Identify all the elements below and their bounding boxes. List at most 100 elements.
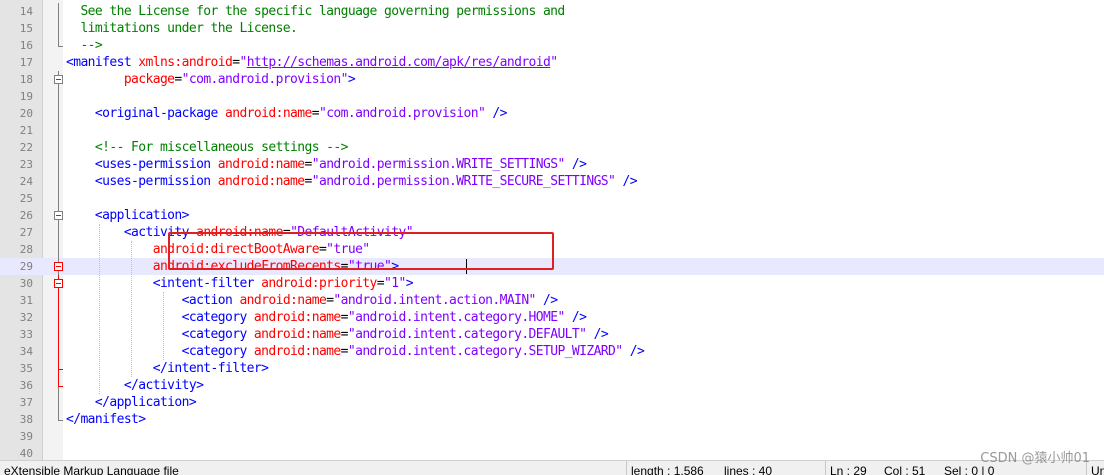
indent-guide <box>99 224 100 394</box>
token-tag: <category <box>66 327 254 342</box>
token-comment: limitations under the License. <box>66 21 298 36</box>
line-number: 32 <box>19 311 33 324</box>
token-str: "com.android.provision" <box>181 72 349 87</box>
line-text[interactable]: <action android:name="android.intent.act… <box>66 292 558 309</box>
token-str: "1" <box>384 276 406 291</box>
token-tag: > <box>405 276 414 291</box>
line-text[interactable]: <uses-permission android:name="android.p… <box>66 156 587 173</box>
token-tag: /> <box>564 310 587 325</box>
code-line-18[interactable]: 18 package="com.android.provision"> <box>0 71 1104 88</box>
token-attr: android:priority <box>261 276 377 291</box>
token-str: "android.intent.category.DEFAULT" <box>347 327 587 342</box>
line-text[interactable]: <category android:name="android.intent.c… <box>66 326 609 343</box>
code-line-15[interactable]: 15 limitations under the License. <box>0 20 1104 37</box>
code-line-36[interactable]: 36 </activity> <box>0 377 1104 394</box>
code-line-33[interactable]: 33 <category android:name="android.inten… <box>0 326 1104 343</box>
fold-toggle-icon[interactable] <box>54 75 63 84</box>
line-text[interactable]: </manifest> <box>66 411 146 428</box>
line-number: 28 <box>19 243 33 256</box>
code-line-31[interactable]: 31 <action android:name="android.intent.… <box>0 292 1104 309</box>
line-text[interactable]: </activity> <box>66 377 204 394</box>
line-text[interactable]: <intent-filter android:priority="1"> <box>66 275 414 292</box>
token-tag: <application> <box>66 208 190 223</box>
token-tag: <category <box>66 310 254 325</box>
line-text[interactable]: limitations under the License. <box>66 20 297 37</box>
code-line-32[interactable]: 32 <category android:name="android.inten… <box>0 309 1104 326</box>
code-line-34[interactable]: 34 <category android:name="android.inten… <box>0 343 1104 360</box>
line-text[interactable]: </application> <box>66 394 197 411</box>
status-lines: lines : 40 <box>724 464 773 475</box>
csdn-watermark: CSDN @猿小帅01 <box>980 451 1090 466</box>
fold-end-tick <box>58 46 63 47</box>
code-line-21[interactable]: 21 <box>0 122 1104 139</box>
line-number: 35 <box>19 362 33 375</box>
code-line-37[interactable]: 37 </application> <box>0 394 1104 411</box>
code-line-30[interactable]: 30 <intent-filter android:priority="1"> <box>0 275 1104 292</box>
line-text[interactable]: <!-- For miscellaneous settings --> <box>66 139 349 156</box>
line-text[interactable]: <uses-permission android:name="android.p… <box>66 173 638 190</box>
line-text[interactable]: <category android:name="android.intent.c… <box>66 309 587 326</box>
code-line-35[interactable]: 35 </intent-filter> <box>0 360 1104 377</box>
token-tag: /> <box>615 174 637 189</box>
line-text[interactable]: <category android:name="android.intent.c… <box>66 343 645 360</box>
line-number: 16 <box>19 39 33 52</box>
fold-toggle-icon[interactable] <box>54 279 63 288</box>
fold-end-tick <box>58 369 63 370</box>
line-text[interactable]: <manifest xmlns:android="http://schemas.… <box>66 54 558 71</box>
line-number: 36 <box>19 379 33 392</box>
token-tag: <uses-permission <box>66 157 218 172</box>
code-line-22[interactable]: 22 <!-- For miscellaneous settings --> <box>0 139 1104 156</box>
code-line-38[interactable]: 38 </manifest> <box>0 411 1104 428</box>
line-text[interactable]: See the License for the specific languag… <box>66 3 565 20</box>
token-tag: <original-package <box>66 106 225 121</box>
line-text[interactable]: </intent-filter> <box>66 360 269 377</box>
token-tag: <uses-permission <box>66 174 218 189</box>
token-tag: </application> <box>66 395 197 410</box>
line-text[interactable]: --> <box>66 37 102 54</box>
token-tag: /> <box>485 106 507 121</box>
token-attr: android:name <box>253 310 341 325</box>
line-number: 34 <box>19 345 33 358</box>
code-editor[interactable]: 14 See the License for the specific lang… <box>0 0 1104 460</box>
token-tag: </intent-filter> <box>66 361 269 376</box>
code-line-39[interactable]: 39 <box>0 428 1104 445</box>
token-str: " <box>239 55 247 70</box>
code-line-14[interactable]: 14 See the License for the specific lang… <box>0 3 1104 20</box>
code-line-16[interactable]: 16 --> <box>0 37 1104 54</box>
line-number: 40 <box>19 447 33 460</box>
line-number: 14 <box>19 5 33 18</box>
line-text[interactable]: <original-package android:name="com.andr… <box>66 105 508 122</box>
code-line-20[interactable]: 20 <original-package android:name="com.a… <box>0 105 1104 122</box>
code-line-23[interactable]: 23 <uses-permission android:name="androi… <box>0 156 1104 173</box>
code-line-26[interactable]: 26 <application> <box>0 207 1104 224</box>
fold-toggle-icon[interactable] <box>54 211 63 220</box>
status-language: eXtensible Markup Language file <box>4 464 179 475</box>
token-comment: <!-- For miscellaneous settings --> <box>66 140 349 155</box>
token-attr: android:name <box>225 106 312 121</box>
code-line-19[interactable]: 19 <box>0 88 1104 105</box>
line-number: 29 <box>19 260 33 273</box>
token-str: "com.android.provision" <box>318 106 486 121</box>
line-number: 18 <box>19 73 33 86</box>
token-tag: /> <box>535 293 558 308</box>
annotation-highlight-box <box>168 232 554 270</box>
code-line-25[interactable]: 25 <box>0 190 1104 207</box>
token-str: "android.intent.action.MAIN" <box>333 293 536 308</box>
line-text[interactable]: package="com.android.provision"> <box>66 71 356 88</box>
token-tag: <action <box>66 293 240 308</box>
line-number: 31 <box>19 294 33 307</box>
line-text[interactable]: <application> <box>66 207 190 224</box>
line-number: 38 <box>19 413 33 426</box>
token-tag: > <box>347 72 356 87</box>
code-line-24[interactable]: 24 <uses-permission android:name="androi… <box>0 173 1104 190</box>
line-number: 20 <box>19 107 33 120</box>
fold-range-line <box>58 3 59 46</box>
code-line-17[interactable]: 17 <manifest xmlns:android="http://schema… <box>0 54 1104 71</box>
fold-toggle-icon[interactable] <box>54 262 63 271</box>
token-tag: /> <box>586 327 609 342</box>
code-line-40[interactable]: 40 <box>0 445 1104 460</box>
token-tag: /> <box>622 344 645 359</box>
token-str: " <box>550 55 558 70</box>
token-attr: android:name <box>253 327 341 342</box>
token-attr: android:name <box>217 174 305 189</box>
